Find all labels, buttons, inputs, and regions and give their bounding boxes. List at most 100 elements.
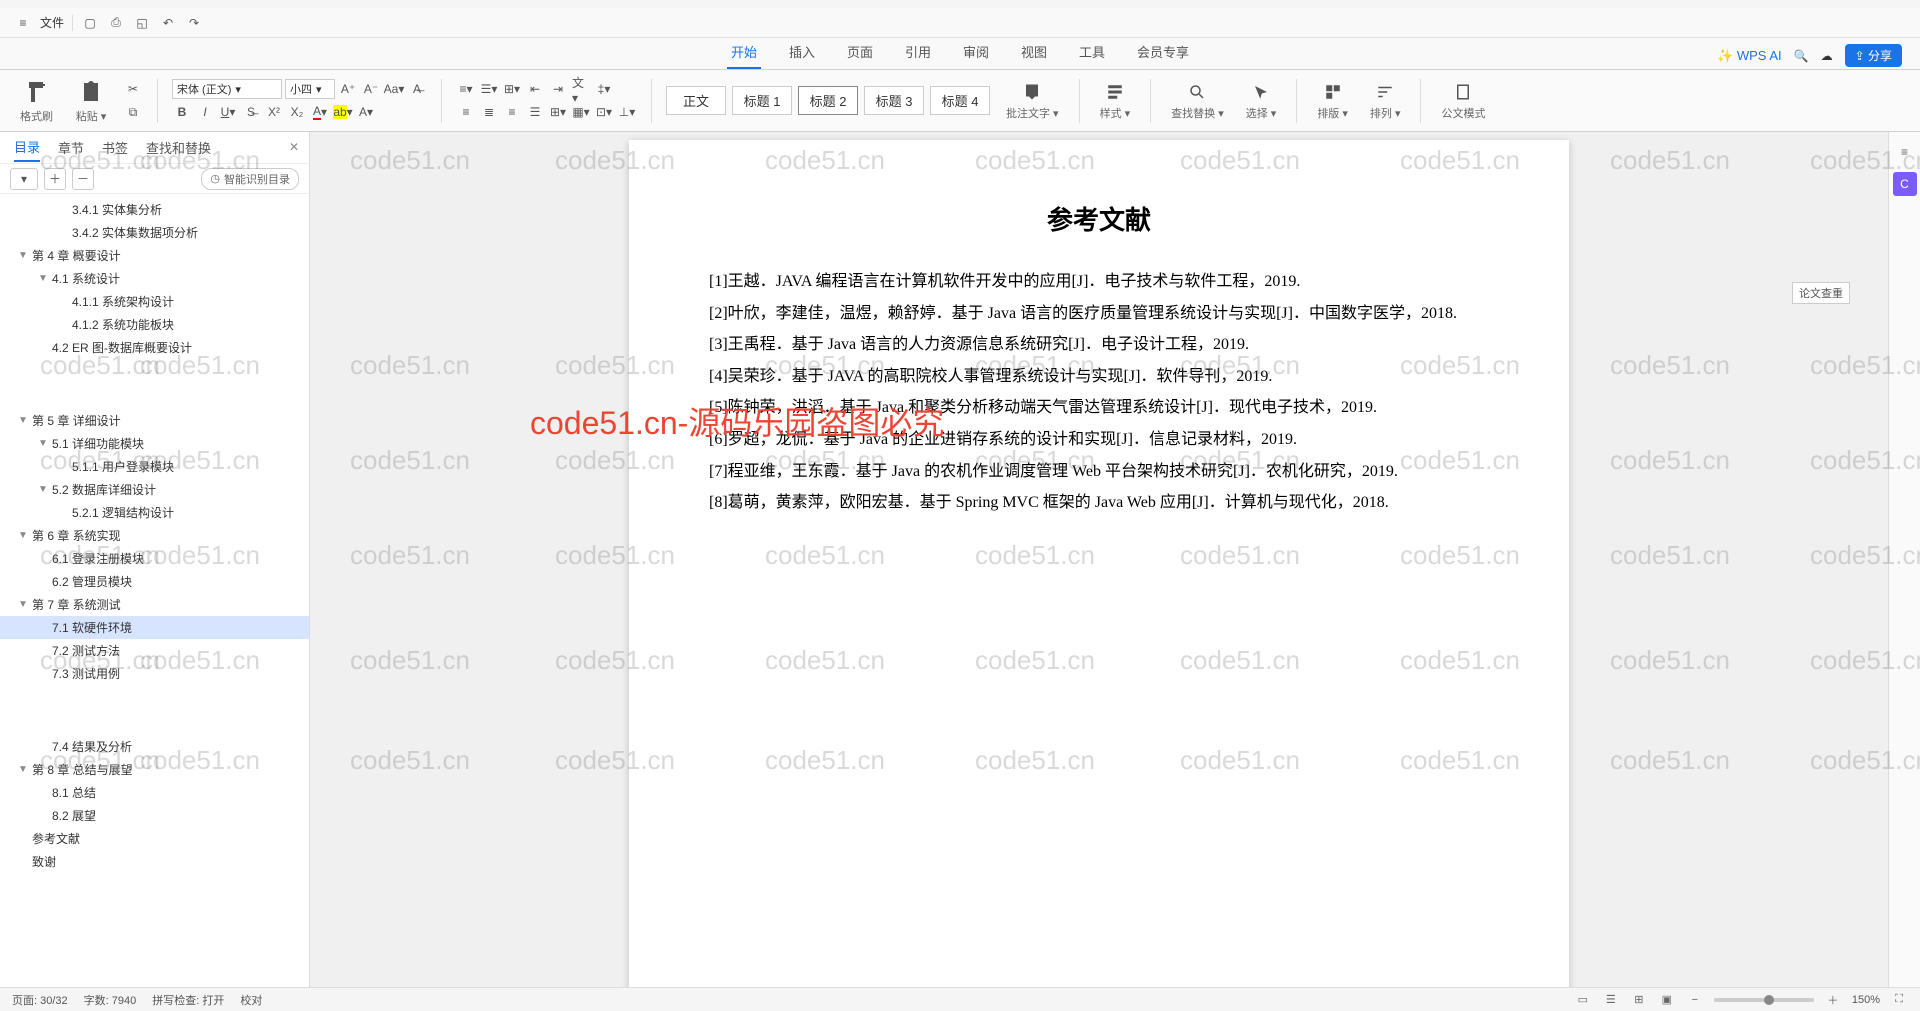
tab-start[interactable]: 开始 [727,36,761,69]
sort-button[interactable] [1372,81,1398,103]
toc-expand-button[interactable]: ＋ [44,168,66,190]
toc-item[interactable]: 参考文献 [0,827,309,850]
side-tab-bookmarks[interactable]: 书签 [102,134,128,161]
style-heading4[interactable]: 标题 4 [930,86,990,115]
align-right-icon[interactable]: ≡ [502,102,522,122]
undo-icon[interactable]: ↶ [159,14,177,32]
rail-collapse-icon[interactable]: ≡ [1893,140,1917,164]
text-direction-icon[interactable]: 文▾ [571,79,591,99]
toc-item[interactable]: ▼第 5 章 详细设计 [0,409,309,432]
zoom-level[interactable]: 150% [1852,994,1880,1006]
decrease-indent-icon[interactable]: ⇤ [525,79,545,99]
toc-item[interactable]: 5.1.1 用户登录模块 [0,455,309,478]
cloud-icon[interactable]: ☁ [1821,49,1833,63]
increase-font-icon[interactable]: A⁺ [338,79,358,99]
toc-item[interactable]: 7.3 测试用例 [0,662,309,685]
style-heading3[interactable]: 标题 3 [864,86,924,115]
underline-icon[interactable]: U▾ [218,102,238,122]
side-tab-findreplace[interactable]: 查找和替换 [146,134,211,161]
side-tab-toc[interactable]: 目录 [14,133,40,162]
align-left-icon[interactable]: ≡ [456,102,476,122]
close-icon[interactable]: ✕ [289,140,299,154]
zoom-slider[interactable] [1714,998,1814,1002]
toc-item[interactable]: 致谢 [0,850,309,873]
tab-member[interactable]: 会员专享 [1133,36,1193,69]
tab-insert[interactable]: 插入 [785,36,819,69]
wps-ai-button[interactable]: ✨ WPS AI [1717,48,1782,64]
toc-item[interactable]: 8.1 总结 [0,781,309,804]
toc-item[interactable]: 5.2.1 逻辑结构设计 [0,501,309,524]
line-spacing-icon[interactable]: ‡▾ [594,79,614,99]
cut-icon[interactable]: ✂ [123,79,143,99]
copy-icon[interactable]: ⧉ [123,102,143,122]
strike-icon[interactable]: S̶ [241,102,261,122]
change-case-icon[interactable]: Aa▾ [384,79,404,99]
smart-toc-button[interactable]: ◷ 智能识别目录 [201,168,299,190]
toc-item[interactable]: ▼第 7 章 系统测试 [0,593,309,616]
side-tab-chapters[interactable]: 章节 [58,134,84,161]
save-icon[interactable]: ▢ [81,14,99,32]
italic-icon[interactable]: I [195,102,215,122]
style-heading2[interactable]: 标题 2 [798,86,858,115]
font-color-icon[interactable]: A▾ [310,102,330,122]
bullets-icon[interactable]: ≡▾ [456,79,476,99]
toc-item[interactable]: ▼第 8 章 总结与展望 [0,758,309,781]
shading-icon[interactable]: ▦▾ [571,102,591,122]
distribute-icon[interactable]: ⊞▾ [548,102,568,122]
tab-review[interactable]: 审阅 [959,36,993,69]
redo-icon[interactable]: ↷ [185,14,203,32]
multilevel-icon[interactable]: ⊞▾ [502,79,522,99]
view-web-icon[interactable]: ⊞ [1630,991,1648,1009]
select-button[interactable] [1248,81,1274,103]
bold-icon[interactable]: B [172,102,192,122]
view-read-icon[interactable]: ▣ [1658,991,1676,1009]
document-canvas[interactable]: 参考文献 [1]王越．JAVA 编程语言在计算机软件开发中的应用[J]．电子技术… [310,132,1888,987]
toc-item[interactable]: ▼5.2 数据库详细设计 [0,478,309,501]
paper-check-label[interactable]: 论文查重 [1792,282,1850,304]
decrease-font-icon[interactable]: A⁻ [361,79,381,99]
rail-paper-check-icon[interactable]: C [1893,172,1917,196]
font-family-select[interactable]: 宋体 (正文) ▾ [172,79,282,99]
paste-button[interactable] [75,78,107,106]
tabs-icon[interactable]: ⊥▾ [617,102,637,122]
superscript-icon[interactable]: X² [264,102,284,122]
toc-item[interactable]: 3.4.1 实体集分析 [0,198,309,221]
align-center-icon[interactable]: ≣ [479,102,499,122]
toc-level-dropdown[interactable]: ▾ [10,168,38,190]
style-body[interactable]: 正文 [666,86,726,115]
tab-page[interactable]: 页面 [843,36,877,69]
subscript-icon[interactable]: X₂ [287,102,307,122]
status-proof[interactable]: 校对 [240,992,262,1008]
fit-icon[interactable]: ⛶ [1890,991,1908,1009]
search-icon[interactable]: 🔍 [1794,49,1809,63]
font-size-select[interactable]: 小四 ▾ [285,79,335,99]
toc-item[interactable]: 6.1 登录注册模块 [0,547,309,570]
clear-format-icon[interactable]: A̶ [407,79,427,99]
toc-item[interactable]: ▼4.1 系统设计 [0,267,309,290]
toc-item[interactable]: 7.1 软硬件环境 [0,616,309,639]
status-spell[interactable]: 拼写检查: 打开 [152,992,224,1008]
toc-item[interactable]: 4.2 ER 图-数据库概要设计 [0,336,309,359]
numbering-icon[interactable]: ☰▾ [479,79,499,99]
increase-indent-icon[interactable]: ⇥ [548,79,568,99]
toc-item[interactable]: 7.4 结果及分析 [0,735,309,758]
toc-item[interactable]: 4.1.2 系统功能板块 [0,313,309,336]
file-menu[interactable]: 文件 [40,14,64,31]
align-justify-icon[interactable]: ☰ [525,102,545,122]
status-words[interactable]: 字数: 7940 [84,992,137,1008]
status-page[interactable]: 页面: 30/32 [12,992,68,1008]
preview-icon[interactable]: ◱ [133,14,151,32]
share-button[interactable]: ⇪ 分享 [1845,44,1902,67]
doc-mode-button[interactable] [1450,81,1476,103]
borders-icon[interactable]: ⊡▾ [594,102,614,122]
print-icon[interactable]: ⎙ [107,14,125,32]
toc-item[interactable]: 3.4.2 实体集数据项分析 [0,221,309,244]
toc-item[interactable]: ▼第 6 章 系统实现 [0,524,309,547]
annotate-button[interactable] [1019,81,1045,103]
tab-view[interactable]: 视图 [1017,36,1051,69]
style-heading1[interactable]: 标题 1 [732,86,792,115]
view-outline-icon[interactable]: ☰ [1602,991,1620,1009]
format-painter-button[interactable] [21,78,53,106]
toc-item[interactable]: ▼第 4 章 概要设计 [0,244,309,267]
tab-tools[interactable]: 工具 [1075,36,1109,69]
